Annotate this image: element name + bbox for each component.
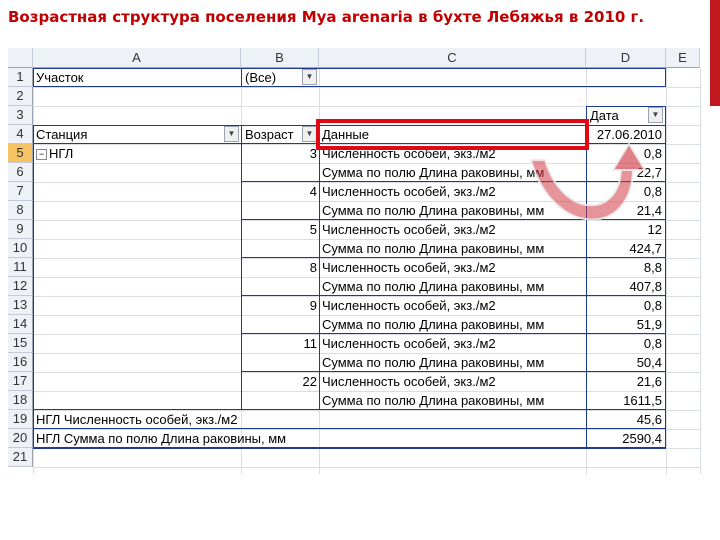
length-value-cell: 1611,5 bbox=[623, 393, 662, 408]
station-name: НГЛ bbox=[49, 146, 74, 161]
age-value-cell: 9 bbox=[309, 298, 317, 313]
pivot-border bbox=[241, 68, 242, 87]
age-value-cell: 11 bbox=[303, 336, 318, 351]
measure-length-label: Сумма по полю Длина раковины, мм bbox=[322, 355, 545, 370]
age-field-label: Возраст bbox=[245, 127, 294, 142]
station-field-label: Станция bbox=[36, 127, 88, 142]
station-dropdown-button[interactable]: ▼ bbox=[224, 126, 239, 142]
total-count-label: НГЛ Численность особей, экз./м2 bbox=[36, 412, 238, 427]
filter-dropdown-button[interactable]: ▼ bbox=[302, 69, 317, 85]
slide-title: Возрастная структура поселения Mya arena… bbox=[8, 8, 645, 26]
row-header-16[interactable]: 16 bbox=[8, 353, 33, 372]
pivot-border bbox=[665, 106, 666, 125]
row-header-15[interactable]: 15 bbox=[8, 334, 33, 353]
row-header-6[interactable]: 6 bbox=[8, 163, 33, 182]
date-dropdown-button[interactable]: ▼ bbox=[648, 107, 663, 123]
row-header-11[interactable]: 11 bbox=[8, 258, 33, 277]
grid-vline bbox=[700, 68, 701, 474]
row-header-1[interactable]: 1 bbox=[8, 68, 33, 87]
measure-count-label: Численность особей, экз./м2 bbox=[322, 298, 496, 313]
spreadsheet: A B C D E 1 2 3 4 5 6 7 8 9 10 11 12 13 14 15 16 17 18 19 20 21 Уч… bbox=[8, 48, 701, 474]
pivot-border bbox=[665, 68, 666, 87]
row-header-7[interactable]: 7 bbox=[8, 182, 33, 201]
pivot-border bbox=[33, 409, 666, 410]
total-count-value: 45,6 bbox=[636, 412, 662, 427]
row-header-5[interactable]: 5 bbox=[8, 144, 33, 163]
row-header-13[interactable]: 13 bbox=[8, 296, 33, 315]
pivot-border bbox=[33, 125, 34, 448]
measure-length-label: Сумма по полю Длина раковины, мм bbox=[322, 393, 545, 408]
row-header-3[interactable]: 3 bbox=[8, 106, 33, 125]
age-dropdown-button[interactable]: ▼ bbox=[302, 126, 317, 142]
group-border bbox=[241, 295, 666, 296]
row-header-19[interactable]: 19 bbox=[8, 410, 33, 429]
length-value-cell: 407,8 bbox=[629, 279, 662, 294]
filter-value[interactable]: (Все) bbox=[245, 68, 305, 87]
group-border bbox=[241, 371, 666, 372]
count-value-cell: 0,8 bbox=[643, 336, 662, 351]
row-header-20[interactable]: 20 bbox=[8, 429, 33, 448]
age-value-cell: 4 bbox=[309, 184, 317, 199]
measure-count-label: Численность особей, экз./м2 bbox=[322, 374, 496, 389]
row-header-18[interactable]: 18 bbox=[8, 391, 33, 410]
accent-bar bbox=[710, 0, 720, 106]
date-field-label: Дата bbox=[590, 108, 619, 123]
column-header-b[interactable]: B bbox=[241, 48, 319, 68]
measure-count-label: Численность особей, экз./м2 bbox=[322, 260, 496, 275]
row-header-17[interactable]: 17 bbox=[8, 372, 33, 391]
measure-length-label: Сумма по полю Длина раковины, мм bbox=[322, 279, 545, 294]
row-header-2[interactable]: 2 bbox=[8, 87, 33, 106]
total-length-value: 2590,4 bbox=[622, 431, 662, 446]
row-header-14[interactable]: 14 bbox=[8, 315, 33, 334]
measure-count-label: Численность особей, экз./м2 bbox=[322, 336, 496, 351]
grid-hline bbox=[33, 467, 700, 468]
age-value-cell: 22 bbox=[302, 374, 317, 389]
row-header-8[interactable]: 8 bbox=[8, 201, 33, 220]
age-value-cell: 8 bbox=[309, 260, 317, 275]
filter-label: Участок bbox=[36, 70, 84, 85]
pivot-border bbox=[33, 68, 34, 87]
station-name-cell[interactable]: − НГЛ bbox=[36, 144, 226, 163]
pivot-border bbox=[319, 125, 320, 410]
row-header-12[interactable]: 12 bbox=[8, 277, 33, 296]
length-value-cell: 50,4 bbox=[636, 355, 662, 370]
pivot-border bbox=[586, 106, 666, 107]
count-value-cell: 0,8 bbox=[643, 298, 662, 313]
pivot-border bbox=[33, 447, 666, 449]
column-header-d[interactable]: D bbox=[586, 48, 666, 68]
pivot-border bbox=[33, 86, 666, 87]
grid-vline bbox=[666, 68, 667, 474]
row-header-21[interactable]: 21 bbox=[8, 448, 33, 467]
measure-length-label: Сумма по полю Длина раковины, мм bbox=[322, 317, 545, 332]
column-header-c[interactable]: C bbox=[319, 48, 586, 68]
pivot-border bbox=[665, 125, 666, 448]
row-header-4[interactable]: 4 bbox=[8, 125, 33, 144]
count-value-cell: 21,6 bbox=[636, 374, 662, 389]
age-value-cell: 5 bbox=[309, 222, 317, 237]
group-border bbox=[241, 257, 666, 258]
count-value-cell: 8,8 bbox=[643, 260, 662, 275]
pivot-border bbox=[33, 428, 666, 429]
length-value-cell: 51,9 bbox=[636, 317, 662, 332]
pivot-border bbox=[241, 125, 242, 410]
collapse-icon[interactable]: − bbox=[36, 149, 47, 160]
group-border bbox=[241, 333, 666, 334]
age-value-cell: 3 bbox=[309, 146, 317, 161]
select-all-corner[interactable] bbox=[8, 48, 33, 68]
row-header-9[interactable]: 9 bbox=[8, 220, 33, 239]
row-header-10[interactable]: 10 bbox=[8, 239, 33, 258]
grid-hline bbox=[33, 87, 700, 88]
column-header-e[interactable]: E bbox=[666, 48, 700, 68]
total-length-label: НГЛ Сумма по полю Длина раковины, мм bbox=[36, 431, 287, 446]
column-header-a[interactable]: A bbox=[33, 48, 241, 68]
pivot-border bbox=[33, 68, 666, 69]
curved-arrow-icon bbox=[529, 142, 647, 221]
